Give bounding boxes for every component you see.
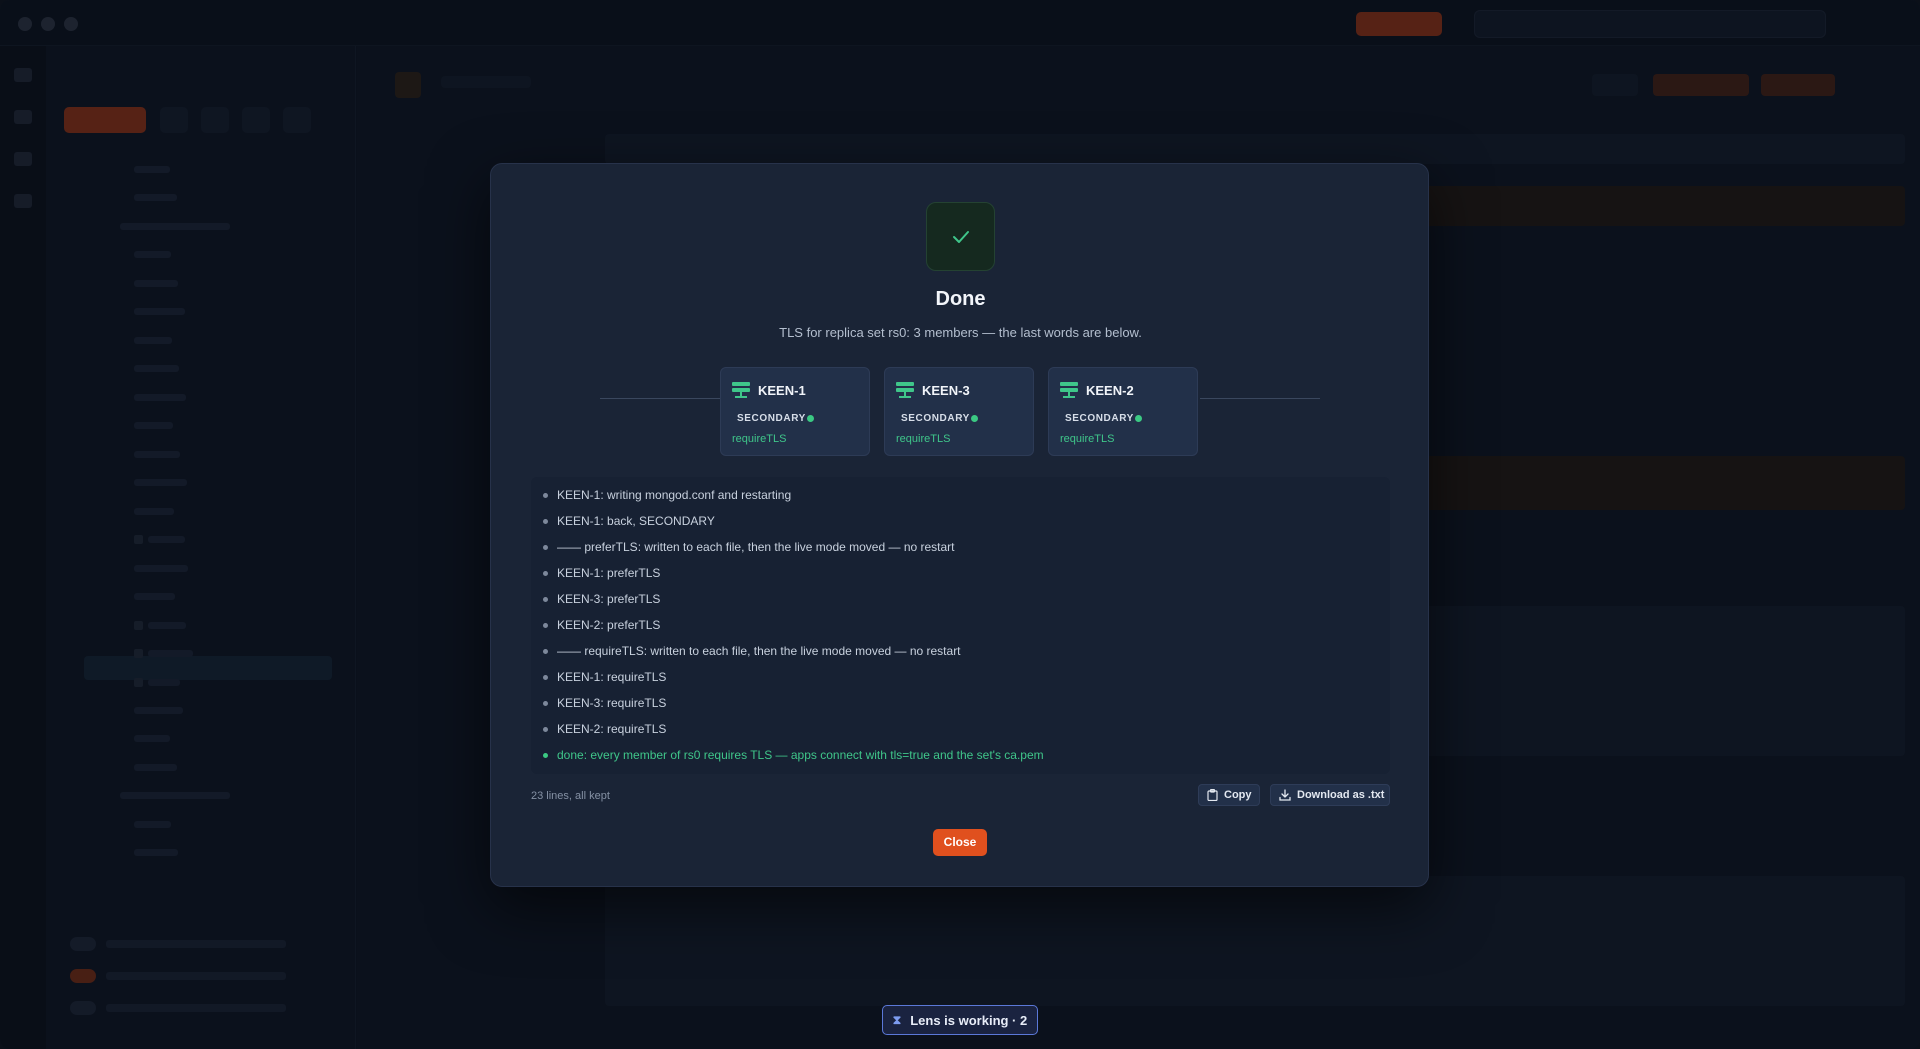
log-line: —— preferTLS: written to each file, then… xyxy=(531,529,1371,555)
log-line-success: done: every member of rs0 requires TLS —… xyxy=(531,737,1371,763)
copy-button-label: Copy xyxy=(1224,789,1252,801)
log-line: —— requireTLS: written to each file, the… xyxy=(531,633,1371,659)
member-role: SECONDARY xyxy=(1065,413,1134,424)
member-tls-mode: requireTLS xyxy=(1060,433,1115,445)
member-status-dot xyxy=(971,415,978,422)
member-card-keen-1: KEEN-1 SECONDARY requireTLS xyxy=(720,367,870,456)
log-line: KEEN-2: preferTLS xyxy=(531,607,1371,633)
log-line: KEEN-1: requireTLS xyxy=(531,659,1371,685)
download-button[interactable]: Download as .txt xyxy=(1270,784,1390,806)
activity-toast-label: Lens is working · 2 xyxy=(910,1012,1028,1028)
hourglass-icon: ⧗ xyxy=(892,1012,902,1027)
member-role: SECONDARY xyxy=(901,413,970,424)
log-line: KEEN-1: preferTLS xyxy=(531,555,1371,581)
member-name: KEEN-2 xyxy=(1086,383,1134,398)
server-icon xyxy=(1060,382,1078,398)
success-check-icon xyxy=(926,202,995,271)
member-tls-mode: requireTLS xyxy=(896,433,951,445)
server-icon xyxy=(732,382,750,398)
topology-line xyxy=(600,398,720,399)
log-line: KEEN-1: writing mongod.conf and restarti… xyxy=(531,477,1371,503)
topology-line xyxy=(1200,398,1320,399)
close-button[interactable]: Close xyxy=(933,829,987,856)
copy-button[interactable]: Copy xyxy=(1198,784,1260,806)
server-icon xyxy=(896,382,914,398)
log-line: KEEN-2: requireTLS xyxy=(531,711,1371,737)
log-output[interactable]: KEEN-1: writing mongod.conf and restarti… xyxy=(531,477,1390,774)
log-line: KEEN-3: preferTLS xyxy=(531,581,1371,607)
app-window: Done TLS for replica set rs0: 3 members … xyxy=(0,0,1920,1049)
dialog-title: Done xyxy=(935,288,986,310)
line-count: 23 lines, all kept xyxy=(531,790,610,802)
member-card-keen-2: KEEN-2 SECONDARY requireTLS xyxy=(1048,367,1198,456)
member-name: KEEN-3 xyxy=(922,383,970,398)
dialog-subtitle: TLS for replica set rs0: 3 members — the… xyxy=(779,325,1142,340)
result-dialog: Done TLS for replica set rs0: 3 members … xyxy=(490,163,1429,887)
download-button-label: Download as .txt xyxy=(1297,789,1385,801)
log-line: KEEN-1: back, SECONDARY xyxy=(531,503,1371,529)
activity-toast[interactable]: ⧗ Lens is working · 2 xyxy=(882,1005,1038,1035)
member-status-dot xyxy=(1135,415,1142,422)
clipboard-icon xyxy=(1207,789,1218,801)
log-line: KEEN-3: requireTLS xyxy=(531,685,1371,711)
member-status-dot xyxy=(807,415,814,422)
member-card-keen-3: KEEN-3 SECONDARY requireTLS xyxy=(884,367,1034,456)
member-tls-mode: requireTLS xyxy=(732,433,787,445)
member-role: SECONDARY xyxy=(737,413,806,424)
member-name: KEEN-1 xyxy=(758,383,806,398)
download-icon xyxy=(1279,789,1291,801)
